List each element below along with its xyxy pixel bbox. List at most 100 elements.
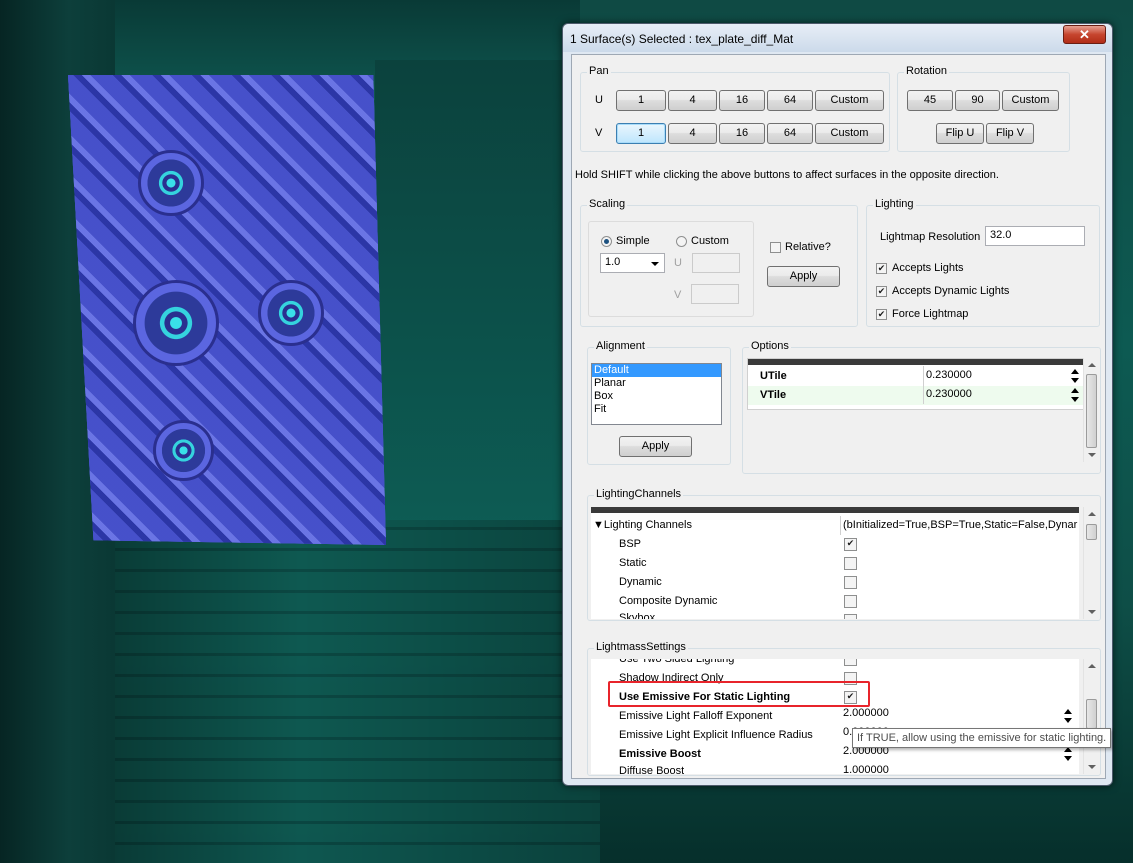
channel-static-checkbox[interactable] (844, 557, 857, 570)
alignment-item[interactable]: Fit (592, 403, 721, 416)
utile-spinner[interactable] (1071, 369, 1080, 383)
diffuse-boost-value[interactable]: 1.000000 (841, 761, 889, 774)
pan-v-4-button[interactable]: 4 (668, 123, 717, 144)
pan-u-16-button[interactable]: 16 (719, 90, 765, 111)
title-bar[interactable]: 1 Surface(s) Selected : tex_plate_diff_M… (563, 24, 1112, 52)
plate-light-hub (138, 150, 204, 216)
pan-u-custom-button[interactable]: Custom (815, 90, 884, 111)
tooltip: If TRUE, allow using the emissive for st… (852, 728, 1112, 748)
scroll-down-icon[interactable] (1088, 765, 1096, 769)
channel-skybox-checkbox[interactable] (844, 614, 857, 619)
pan-group-label: Pan (587, 65, 611, 77)
alignment-item[interactable]: Default (592, 364, 721, 377)
channel-bsp-checkbox[interactable] (844, 538, 857, 551)
plate-light-hub (133, 280, 219, 366)
force-lightmap-label: Force Lightmap (892, 308, 969, 320)
flip-u-button[interactable]: Flip U (936, 123, 984, 144)
channel-name: BSP (619, 538, 642, 550)
scroll-thumb[interactable] (1086, 374, 1097, 448)
relative-checkbox[interactable] (770, 242, 781, 253)
channel-dynamic-checkbox[interactable] (844, 576, 857, 589)
option-row-name: UTile (760, 370, 787, 382)
scaling-mode-box: Simple Custom 1.0 U V (588, 221, 754, 317)
pan-group: Pan U 1 4 16 64 Custom V 1 4 16 64 Custo… (580, 65, 890, 152)
emissive-boost-spinner[interactable] (1064, 747, 1073, 761)
pan-u-64-button[interactable]: 64 (767, 90, 813, 111)
lighting-channels-group: LightingChannels ▼Lighting Channels (bIn… (587, 488, 1101, 621)
scroll-up-icon[interactable] (1088, 512, 1096, 516)
scroll-down-icon[interactable] (1088, 453, 1096, 457)
pan-v-1-button[interactable]: 1 (616, 123, 666, 144)
selected-surface-plate[interactable] (68, 75, 386, 545)
options-scrollbar[interactable] (1083, 358, 1099, 462)
alignment-apply-button[interactable]: Apply (619, 436, 692, 457)
plate-light-hub (258, 280, 324, 346)
scaling-group: Scaling Simple Custom 1.0 U V Relative? … (580, 198, 858, 327)
lighting-channels-scrollbar[interactable] (1083, 507, 1099, 619)
flip-v-button[interactable]: Flip V (986, 123, 1034, 144)
pan-v-custom-button[interactable]: Custom (815, 123, 884, 144)
scaling-group-label: Scaling (587, 198, 628, 210)
utile-value[interactable]: 0.230000 (923, 366, 1066, 385)
scaling-simple-select[interactable]: 1.0 (600, 253, 665, 273)
scaling-u-field[interactable] (692, 253, 740, 273)
accepts-lights-checkbox[interactable] (876, 263, 887, 274)
rotate-custom-button[interactable]: Custom (1002, 90, 1059, 111)
lightmass-row-name: Emissive Light Falloff Exponent (619, 710, 773, 722)
channel-name: Skybox (619, 612, 656, 619)
options-group: Options UTile 0.230000 VTile 0.230000 (742, 340, 1101, 474)
scaling-v-field[interactable] (691, 284, 739, 304)
close-button[interactable]: ✕ (1063, 25, 1106, 44)
alignment-item[interactable]: Planar (592, 377, 721, 390)
pan-u-4-button[interactable]: 4 (668, 90, 717, 111)
vtile-spinner[interactable] (1071, 388, 1080, 402)
pan-u-1-button[interactable]: 1 (616, 90, 666, 111)
channel-name: Composite Dynamic (619, 595, 718, 607)
force-lightmap-checkbox[interactable] (876, 309, 887, 320)
triangle-down-icon[interactable]: ▼ (593, 519, 604, 531)
vtile-value[interactable]: 0.230000 (923, 385, 1066, 404)
lightmass-row-name: Diffuse Boost (619, 765, 685, 774)
lightmass-row-name: Emissive Light Explicit Influence Radius (619, 729, 813, 741)
lightmap-resolution-label: Lightmap Resolution (880, 231, 981, 243)
lightmass-settings-group-label: LightmassSettings (594, 641, 688, 653)
lightmass-scrollbar[interactable] (1083, 659, 1099, 774)
lighting-group: Lighting Lightmap Resolution 32.0 Accept… (866, 198, 1100, 327)
scaling-v-label: V (674, 289, 682, 301)
scroll-down-icon[interactable] (1088, 610, 1096, 614)
lighting-channels-grid: ▼Lighting Channels (bInitialized=True,BS… (591, 507, 1079, 619)
emissive-falloff-spinner[interactable] (1064, 709, 1073, 723)
accepts-dynamic-lights-checkbox[interactable] (876, 286, 887, 297)
window-title: 1 Surface(s) Selected : tex_plate_diff_M… (570, 32, 794, 46)
alignment-listbox[interactable]: Default Planar Box Fit (591, 363, 722, 425)
channel-composite-dynamic-checkbox[interactable] (844, 595, 857, 608)
rotate-90-button[interactable]: 90 (955, 90, 1000, 111)
scaling-apply-button[interactable]: Apply (767, 266, 840, 287)
scroll-up-icon[interactable] (1088, 363, 1096, 367)
pan-v-label: V (595, 127, 603, 139)
chevron-down-icon (651, 262, 659, 266)
pan-v-16-button[interactable]: 16 (719, 123, 765, 144)
scroll-up-icon[interactable] (1088, 664, 1096, 668)
lighting-channels-expander[interactable]: ▼Lighting Channels (593, 516, 692, 535)
scaling-custom-label: Custom (691, 235, 729, 247)
lighting-channels-value[interactable]: (bInitialized=True,BSP=True,Static=False… (840, 516, 1079, 535)
lightmap-resolution-field[interactable]: 32.0 (985, 226, 1085, 246)
scroll-thumb[interactable] (1086, 524, 1097, 540)
alignment-group-label: Alignment (594, 340, 647, 352)
alignment-item[interactable]: Box (592, 390, 721, 403)
scroll-thumb[interactable] (1086, 699, 1097, 729)
rotate-45-button[interactable]: 45 (907, 90, 953, 111)
pan-v-64-button[interactable]: 64 (767, 123, 813, 144)
options-group-label: Options (749, 340, 791, 352)
dialog-client-area: Pan U 1 4 16 64 Custom V 1 4 16 64 Custo… (571, 54, 1106, 779)
accepts-dynamic-lights-label: Accepts Dynamic Lights (892, 285, 1010, 297)
viewport-back-wall (375, 60, 575, 530)
use-two-sided-lighting-checkbox[interactable] (844, 659, 857, 666)
options-grid-header (748, 359, 1083, 365)
accepts-lights-label: Accepts Lights (892, 262, 964, 274)
scaling-simple-value: 1.0 (605, 256, 621, 268)
scaling-simple-radio[interactable] (601, 236, 612, 247)
plate-light-hub (153, 420, 214, 481)
scaling-custom-radio[interactable] (676, 236, 687, 247)
